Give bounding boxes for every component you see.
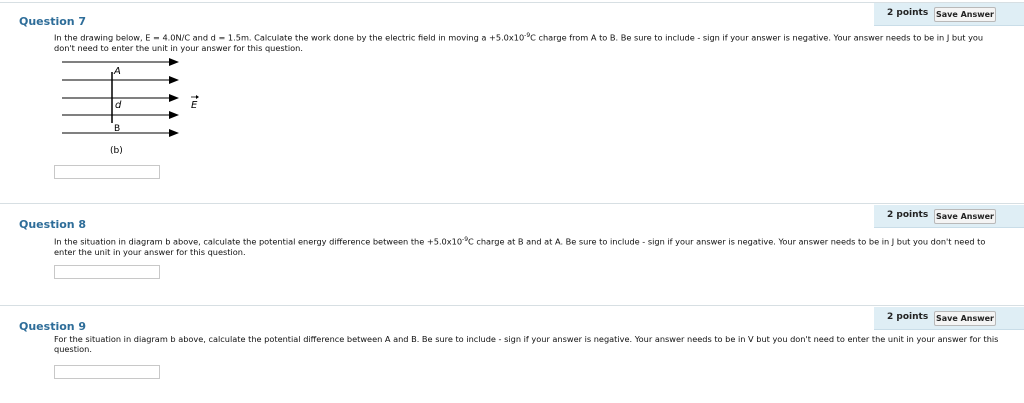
save-answer-button[interactable]: Save Answer [934,7,996,22]
question-text: In the situation in diagram b above, cal… [54,235,1004,257]
points-bar: 2 points Save Answer [874,307,1024,330]
field-label: E [191,100,198,111]
question-text: In the drawing below, E = 4.0N/C and d =… [54,31,1004,53]
field-diagram: A d B E (b) [62,58,199,156]
question-text: For the situation in diagram b above, ca… [54,334,999,354]
label-b: B [114,124,120,134]
points-label: 2 points [887,210,929,220]
separator [0,305,1024,306]
points-bar: 2 points Save Answer [874,205,1024,228]
question-title: Question 9 [19,320,87,333]
points-label: 2 points [887,8,929,18]
diagram-caption: (b) [110,146,123,156]
question-text-part: In the situation in diagram b above, cal… [54,236,463,247]
separator [0,2,1024,3]
answer-input[interactable] [54,265,160,279]
points-label: 2 points [887,312,929,322]
label-a: A [113,66,121,77]
question-text-part: In the drawing below, E = 4.0N/C and d =… [54,32,525,43]
answer-input[interactable] [54,165,160,179]
question-title: Question 7 [19,15,87,28]
separator [0,203,1024,204]
save-answer-button[interactable]: Save Answer [934,311,996,326]
vector-arrowhead-icon [196,95,199,99]
label-d: d [115,100,122,111]
points-bar: 2 points Save Answer [874,3,1024,26]
question-title: Question 8 [19,218,87,231]
answer-input[interactable] [54,365,160,379]
save-answer-button[interactable]: Save Answer [934,209,996,224]
